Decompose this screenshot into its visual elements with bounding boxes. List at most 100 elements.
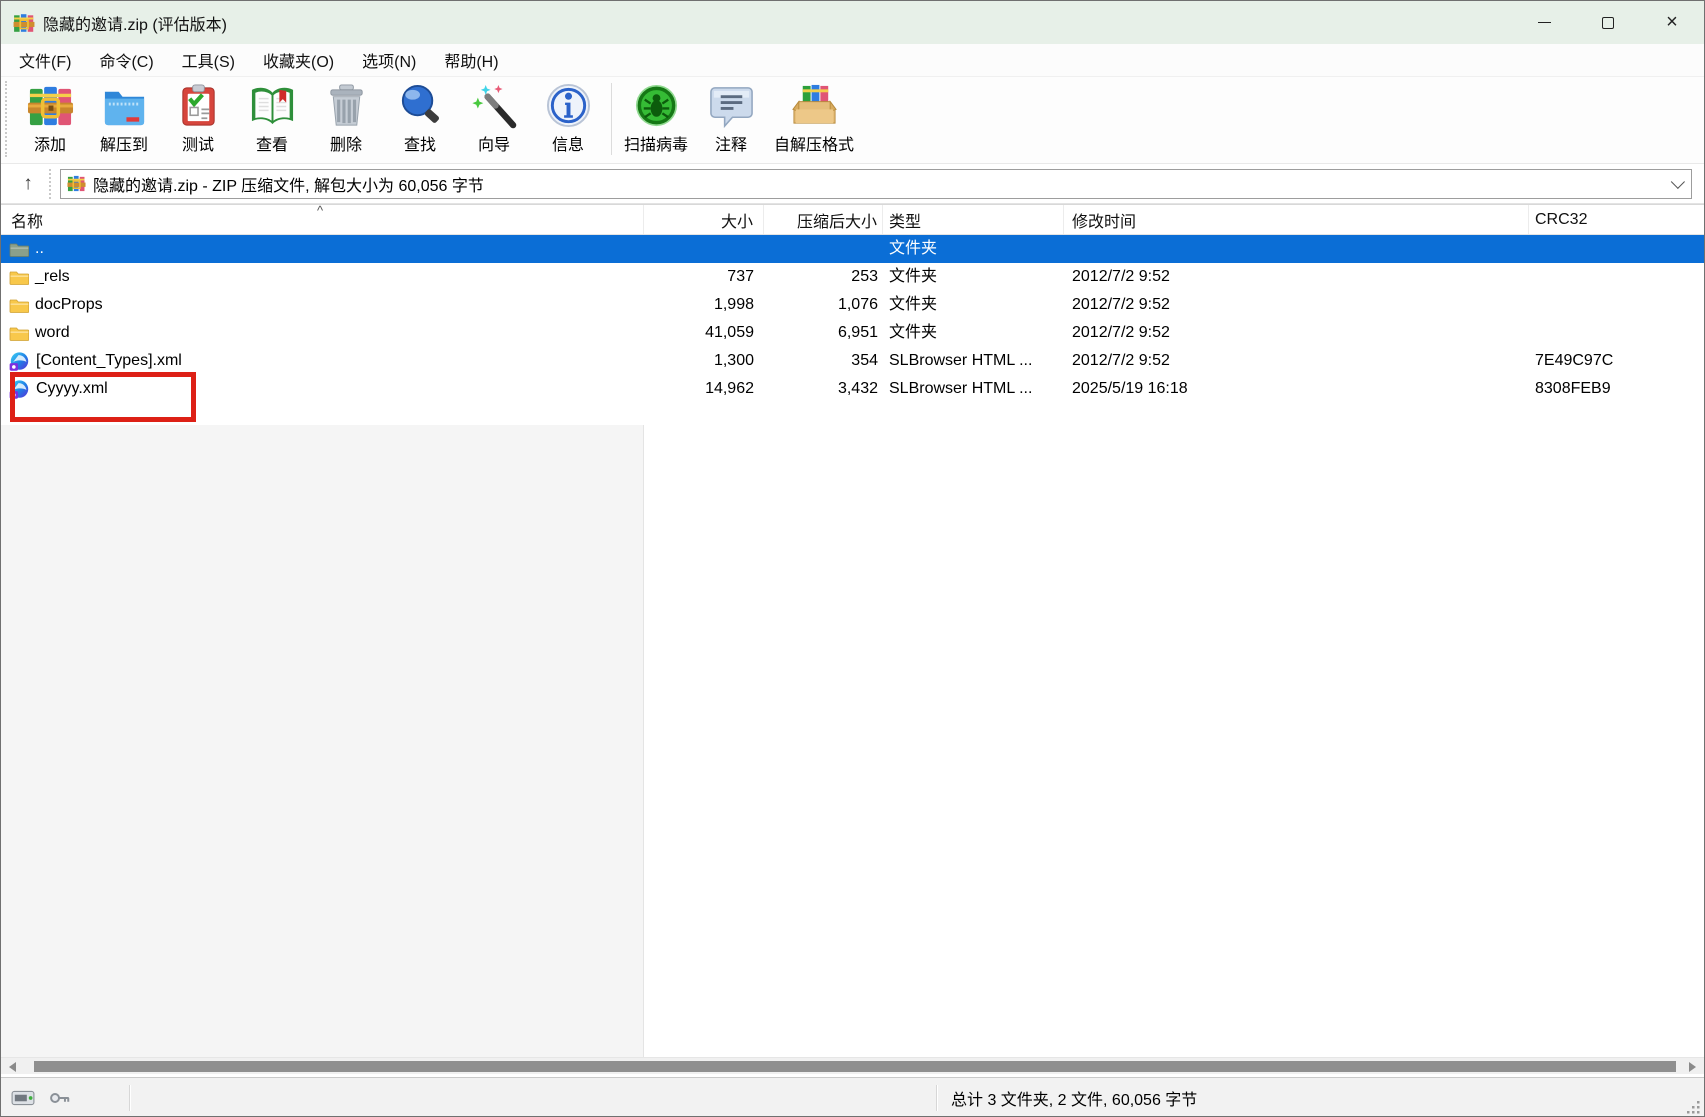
info-icon xyxy=(544,81,592,129)
key-icon[interactable] xyxy=(49,1090,71,1106)
folder-icon xyxy=(9,297,29,314)
add-button[interactable]: 添加 xyxy=(13,77,87,155)
winrar-app-icon xyxy=(13,12,35,34)
toolbar: 添加 解压到 测试 查看 删除 xyxy=(1,77,1704,164)
info-button[interactable]: 信息 xyxy=(531,77,605,155)
item-name: docProps xyxy=(35,291,103,319)
window-title: 隐藏的邀请.zip (评估版本) xyxy=(43,11,227,35)
item-crc xyxy=(1529,235,1704,263)
item-type: 文件夹 xyxy=(883,263,1064,291)
title-bar: 隐藏的邀请.zip (评估版本) × xyxy=(1,1,1704,44)
list-item-word[interactable]: word 41,059 6,951 文件夹 2012/7/2 9:52 xyxy=(1,319,1704,347)
horizontal-scrollbar[interactable] xyxy=(1,1057,1704,1074)
view-label: 查看 xyxy=(256,131,288,155)
item-modified: 2012/7/2 9:52 xyxy=(1064,319,1529,347)
item-name: _rels xyxy=(35,263,70,291)
sort-ascending-icon: ^ xyxy=(317,203,323,218)
find-button[interactable]: 查找 xyxy=(383,77,457,155)
item-type: 文件夹 xyxy=(883,291,1064,319)
sfx-button[interactable]: 自解压格式 xyxy=(768,77,860,155)
column-header-type[interactable]: 类型 xyxy=(883,205,1064,234)
comment-button[interactable]: 注释 xyxy=(694,77,768,155)
column-header-modified[interactable]: 修改时间 xyxy=(1064,205,1529,234)
item-modified: 2025/5/19 16:18 xyxy=(1064,375,1529,403)
item-name: .. xyxy=(35,235,44,263)
extract-to-label: 解压到 xyxy=(100,131,148,155)
list-item-parent-dir[interactable]: .. 文件夹 xyxy=(1,235,1704,263)
sfx-label: 自解压格式 xyxy=(774,131,854,155)
info-label: 信息 xyxy=(552,131,584,155)
winrar-mini-icon xyxy=(67,174,86,193)
item-modified: 2012/7/2 9:52 xyxy=(1064,291,1529,319)
archive-path-combobox[interactable]: 隐藏的邀请.zip - ZIP 压缩文件, 解包大小为 60,056 字节 xyxy=(60,169,1692,199)
winrar-books-icon xyxy=(26,81,74,129)
folder-icon xyxy=(9,269,29,286)
toolbar-separator xyxy=(611,83,612,155)
item-packed: 3,432 xyxy=(764,375,883,403)
statusbar-separator xyxy=(129,1085,130,1111)
column-header-packed-size[interactable]: 压缩后大小 xyxy=(764,205,883,234)
item-size: 1,300 xyxy=(644,347,764,375)
item-type: SLBrowser HTML ... xyxy=(883,375,1064,403)
item-type: 文件夹 xyxy=(883,319,1064,347)
sfx-box-icon xyxy=(790,81,838,129)
folder-icon xyxy=(9,325,29,342)
list-item-rels[interactable]: _rels 737 253 文件夹 2012/7/2 9:52 xyxy=(1,263,1704,291)
minimize-button[interactable] xyxy=(1512,1,1576,44)
item-crc xyxy=(1529,263,1704,291)
resize-grip[interactable] xyxy=(1687,1101,1701,1115)
extract-to-button[interactable]: 解压到 xyxy=(87,77,161,155)
up-directory-button[interactable]: ↑ xyxy=(11,169,45,199)
menu-tools[interactable]: 工具(S) xyxy=(168,44,249,76)
addressbar-gripper xyxy=(49,169,54,199)
archive-path-text: 隐藏的邀请.zip - ZIP 压缩文件, 解包大小为 60,056 字节 xyxy=(93,172,484,196)
test-clipboard-icon xyxy=(174,81,222,129)
item-name: [Content_Types].xml xyxy=(36,347,182,375)
item-size: 41,059 xyxy=(644,319,764,347)
item-crc xyxy=(1529,291,1704,319)
comment-label: 注释 xyxy=(715,131,747,155)
status-bar: 总计 3 文件夹, 2 文件, 60,056 字节 xyxy=(1,1077,1704,1117)
item-crc: 8308FEB9 xyxy=(1529,375,1704,403)
menu-commands[interactable]: 命令(C) xyxy=(85,44,167,76)
item-size: 1,998 xyxy=(644,291,764,319)
list-item-cyyyy-xml[interactable]: Cyyyy.xml 14,962 3,432 SLBrowser HTML ..… xyxy=(1,375,1704,403)
add-label: 添加 xyxy=(34,131,66,155)
view-button[interactable]: 查看 xyxy=(235,77,309,155)
scroll-right-arrow-icon[interactable] xyxy=(1689,1062,1696,1072)
scroll-left-arrow-icon[interactable] xyxy=(9,1062,16,1072)
scan-virus-icon xyxy=(632,81,680,129)
up-folder-icon xyxy=(9,241,29,258)
column-header-size[interactable]: 大小 xyxy=(644,205,764,234)
toolbar-gripper xyxy=(5,81,11,157)
wizard-label: 向导 xyxy=(478,131,510,155)
delete-button[interactable]: 删除 xyxy=(309,77,383,155)
empty-name-column-panel xyxy=(1,425,644,1057)
address-bar: ↑ 隐藏的邀请.zip - ZIP 压缩文件, 解包大小为 60,056 字节 xyxy=(1,164,1704,204)
scan-virus-label: 扫描病毒 xyxy=(624,131,688,155)
scan-virus-button[interactable]: 扫描病毒 xyxy=(618,77,694,155)
test-label: 测试 xyxy=(182,131,214,155)
find-label: 查找 xyxy=(404,131,436,155)
red-highlight-box xyxy=(10,372,196,422)
item-packed: 6,951 xyxy=(764,319,883,347)
winrar-window: 隐藏的邀请.zip (评估版本) × 文件(F) 命令(C) 工具(S) 收藏夹… xyxy=(0,0,1705,1117)
column-header-crc32[interactable]: CRC32 xyxy=(1529,205,1704,234)
maximize-button[interactable] xyxy=(1576,1,1640,44)
chevron-down-icon[interactable] xyxy=(1671,174,1685,188)
menu-options[interactable]: 选项(N) xyxy=(348,44,430,76)
test-button[interactable]: 测试 xyxy=(161,77,235,155)
wizard-button[interactable]: 向导 xyxy=(457,77,531,155)
item-packed: 354 xyxy=(764,347,883,375)
scrollbar-thumb[interactable] xyxy=(34,1061,1676,1072)
close-button[interactable]: × xyxy=(1640,1,1704,44)
list-item-docprops[interactable]: docProps 1,998 1,076 文件夹 2012/7/2 9:52 xyxy=(1,291,1704,319)
menu-help[interactable]: 帮助(H) xyxy=(430,44,512,76)
comment-bubble-icon xyxy=(707,81,755,129)
menu-file[interactable]: 文件(F) xyxy=(5,44,85,76)
item-modified: 2012/7/2 9:52 xyxy=(1064,263,1529,291)
list-item-content-types-xml[interactable]: [Content_Types].xml 1,300 354 SLBrowser … xyxy=(1,347,1704,375)
item-type: 文件夹 xyxy=(883,235,1064,263)
menu-favorites[interactable]: 收藏夹(O) xyxy=(249,44,348,76)
view-book-icon xyxy=(248,81,296,129)
